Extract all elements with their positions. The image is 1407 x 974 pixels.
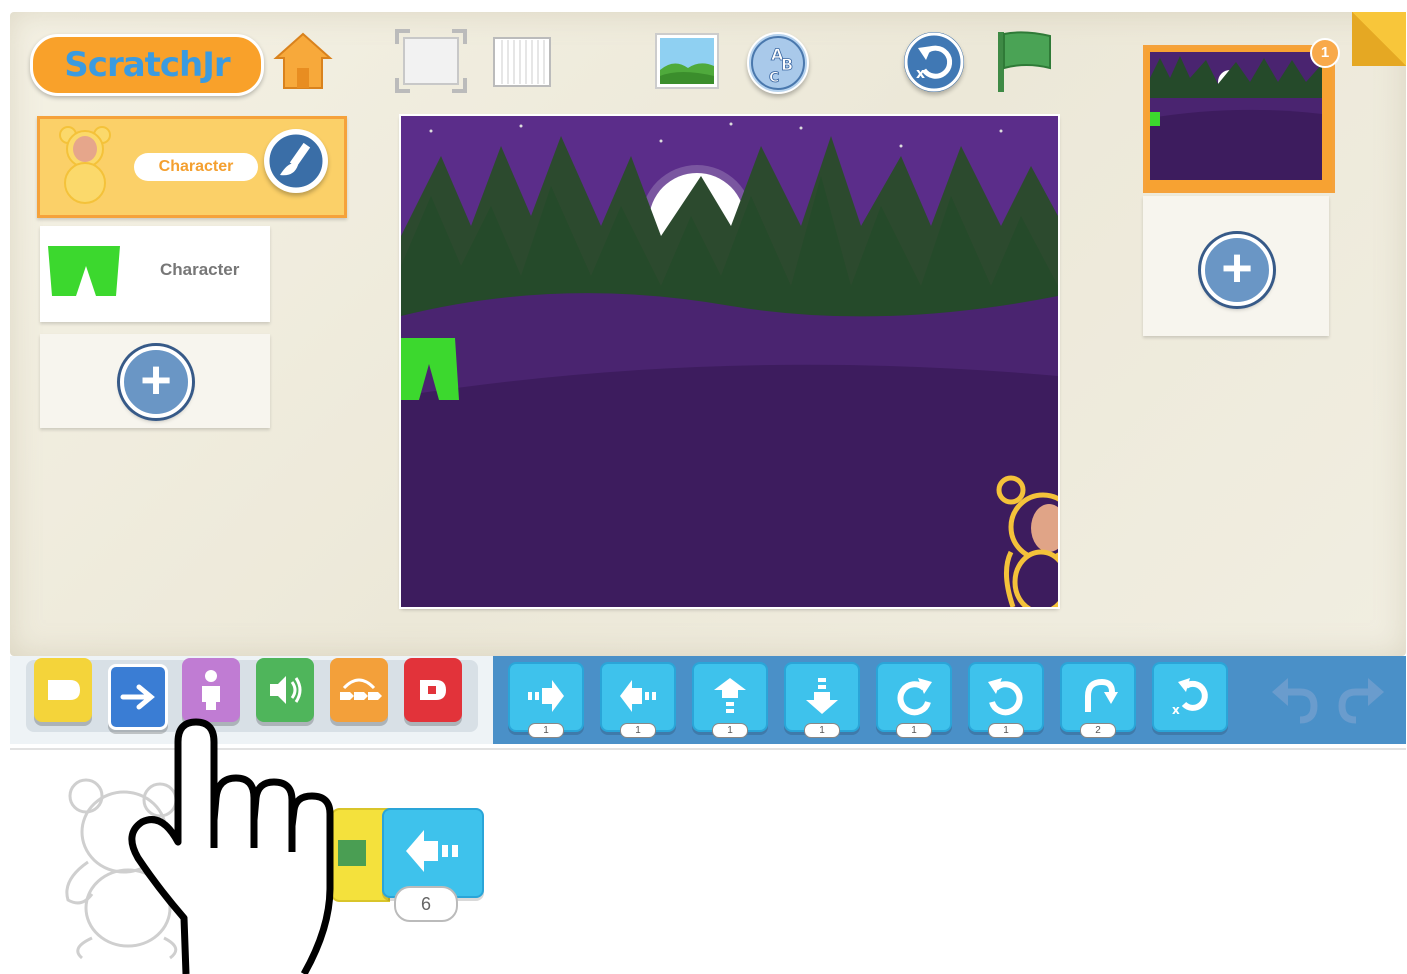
sprite-card-selected[interactable]: Character [37,116,347,218]
add-character-card[interactable]: + [40,334,270,428]
bear-photo-character-sprite[interactable] [991,472,1058,607]
svg-text:x: x [1172,703,1180,716]
green-flag-icon [998,31,1051,92]
svg-text:C: C [769,70,779,86]
change-background-icon [655,33,719,89]
sprite-label-pill: Character [134,153,258,181]
svg-text:B: B [781,55,793,74]
block-value[interactable]: 1 [528,723,564,738]
repeat-icon [340,678,382,700]
paint-editor-button[interactable] [264,129,328,193]
add-text-icon: A B C [751,36,805,90]
svg-text:x: x [916,66,925,82]
move-right-block[interactable]: 1 [508,662,584,738]
full-screen-icon [395,29,467,93]
move-up-icon [714,678,746,713]
move-left-block-in-script[interactable] [382,808,484,898]
move-left-icon [406,830,458,872]
redo-button[interactable] [1336,674,1388,726]
undo-icon [1272,678,1318,724]
add-page-card[interactable]: + [1143,196,1329,336]
stage[interactable] [401,116,1058,607]
plus-icon: + [140,350,172,410]
block-value[interactable]: 1 [988,723,1024,738]
person-icon [202,670,220,710]
go-home-block[interactable]: x [1152,662,1228,732]
character-thumbnail [50,123,120,207]
move-left-block[interactable]: 1 [600,662,676,738]
page-count-badge: 1 [1310,38,1340,68]
turn-right-block[interactable]: 1 [876,662,952,738]
turn-left-block[interactable]: 1 [968,662,1044,738]
go-home-icon: x [1172,678,1208,716]
move-down-block[interactable]: 1 [784,662,860,738]
paintbrush-icon [266,131,326,191]
home-icon [273,32,333,89]
tutorial-hand-pointer-icon [128,718,334,974]
category-sound[interactable] [256,658,314,722]
green-character-sprite[interactable] [401,334,461,402]
turn-left-icon [988,678,1023,716]
block-value[interactable]: 1 [896,723,932,738]
green-flag-button[interactable] [994,28,1056,94]
green-flag-icon [338,840,366,866]
block-value[interactable]: 2 [1080,723,1116,738]
change-background-button[interactable] [654,32,720,90]
redo-icon [1338,678,1384,724]
sprite-card[interactable]: Character [40,226,270,322]
undo-button[interactable] [1268,674,1320,726]
move-up-block[interactable]: 1 [692,662,768,738]
grid-icon [493,37,551,87]
full-screen-button[interactable] [394,28,468,94]
speaker-icon [270,676,302,704]
character-thumbnail [48,246,120,296]
category-end[interactable] [404,658,462,722]
grid-button[interactable] [492,36,552,88]
hop-icon [1085,678,1118,712]
reset-characters-icon: x [904,32,964,92]
triggering-block-icon [48,680,80,700]
category-looks[interactable] [182,658,240,722]
sprite-name: Character [158,158,234,175]
category-control[interactable] [330,658,388,722]
block-value[interactable]: 1 [620,723,656,738]
page-thumbnail[interactable] [1143,45,1335,193]
turn-right-icon [897,678,932,716]
hop-block[interactable]: 2 [1060,662,1136,738]
block-value[interactable]: 1 [712,723,748,738]
block-value[interactable]: 1 [804,723,840,738]
night-forest-background [401,116,1058,607]
move-left-icon [620,680,656,712]
move-left-value-field[interactable]: 6 [394,886,458,922]
add-character-button[interactable]: + [120,346,192,418]
end-block-icon [420,680,446,700]
scratchjr-logo: ScratchJr [30,34,264,96]
add-text-button[interactable]: A B C [747,32,809,94]
sprite-name: Character [160,260,240,279]
move-down-icon [806,678,838,714]
reset-characters-button[interactable]: x [904,32,964,92]
save-corner-tab[interactable] [1352,12,1406,66]
category-triggering[interactable] [34,658,92,722]
add-page-button[interactable]: + [1201,234,1273,306]
home-button[interactable] [272,30,334,92]
plus-icon: + [1221,238,1253,298]
move-right-icon [528,680,564,712]
